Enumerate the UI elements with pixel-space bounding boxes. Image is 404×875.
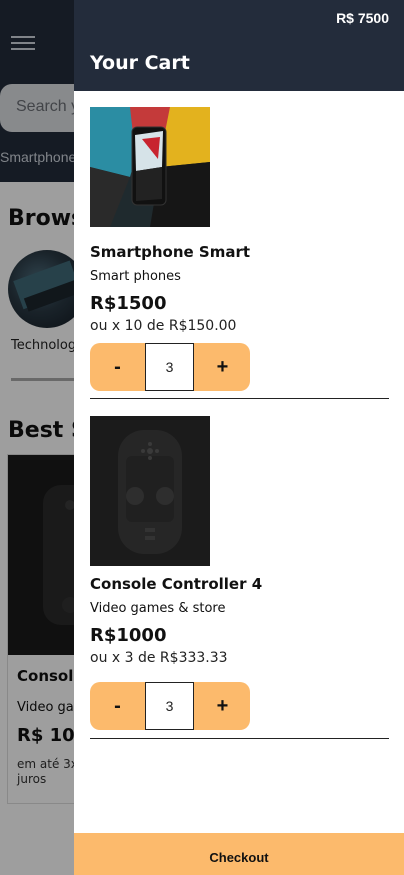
smartphone-image bbox=[90, 107, 210, 227]
cart-total: R$ 7500 bbox=[336, 10, 389, 26]
quantity-value[interactable]: 3 bbox=[145, 682, 194, 730]
decrease-quantity-button[interactable]: - bbox=[90, 682, 145, 730]
checkout-button[interactable]: Checkout bbox=[74, 833, 404, 875]
item-category: Video games & store bbox=[90, 601, 226, 616]
quantity-stepper: - 3 + bbox=[90, 682, 250, 730]
cart-header: R$ 7500 Your Cart bbox=[74, 0, 404, 91]
quantity-stepper: - 3 + bbox=[90, 343, 250, 391]
item-price: R$1500 bbox=[90, 293, 167, 314]
item-price: R$1000 bbox=[90, 625, 167, 646]
item-name: Console Controller 4 bbox=[90, 575, 263, 593]
cart-item: Console Controller 4 Video games & store… bbox=[90, 416, 389, 739]
game-controller-image bbox=[90, 416, 210, 566]
increase-quantity-button[interactable]: + bbox=[195, 343, 250, 391]
cart-drawer: R$ 7500 Your Cart Smartphone Smart Smart… bbox=[74, 0, 404, 875]
cart-title: Your Cart bbox=[90, 52, 190, 74]
item-name: Smartphone Smart bbox=[90, 243, 251, 261]
decrease-quantity-button[interactable]: - bbox=[90, 343, 145, 391]
increase-quantity-button[interactable]: + bbox=[195, 682, 250, 730]
item-installments: ou x 3 de R$333.33 bbox=[90, 650, 228, 666]
quantity-value[interactable]: 3 bbox=[145, 343, 194, 391]
item-installments: ou x 10 de R$150.00 bbox=[90, 318, 237, 334]
item-category: Smart phones bbox=[90, 269, 181, 284]
cart-item: Smartphone Smart Smart phones R$1500 ou … bbox=[90, 107, 389, 399]
